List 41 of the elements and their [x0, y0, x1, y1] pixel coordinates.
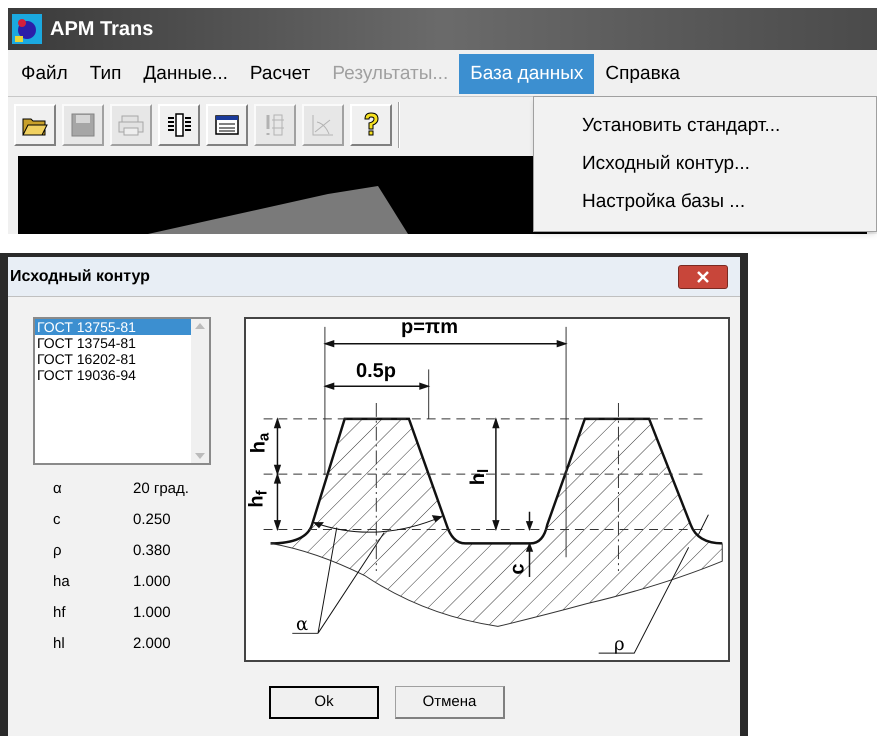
menu-item[interactable]: Тип — [78, 54, 132, 94]
dropdown-item[interactable]: Настройка базы ... — [534, 183, 876, 221]
toolbar-button[interactable] — [14, 104, 56, 146]
dialog-title: Исходный контур — [10, 266, 150, 286]
parameter-value: 20 град. — [133, 479, 190, 499]
dropdown-item[interactable]: Установить стандарт... — [534, 107, 876, 145]
standards-list[interactable]: ГОСТ 13755-81 ГОСТ 13754-81 ГОСТ 16202-81 ГОСТ 19036-94 — [33, 317, 211, 465]
clearance-label: c — [508, 563, 528, 575]
menu-item[interactable]: Данные... — [132, 54, 239, 94]
clearance-dimension-arrow — [526, 512, 534, 577]
parameter-symbol: α — [53, 479, 63, 499]
parameter-value: 1.000 — [133, 572, 172, 592]
menu-item[interactable]: Справка — [594, 54, 691, 94]
toolbar-button[interactable] — [206, 104, 248, 146]
parameter-value: 1.000 — [133, 603, 172, 623]
half-pitch-label: 0.5p — [356, 361, 396, 381]
radius-label: ρ — [614, 635, 625, 655]
parameter-symbol: ha — [53, 572, 71, 592]
menu-item[interactable]: Расчет — [238, 54, 322, 94]
list-item[interactable]: ГОСТ 16202-81 — [35, 351, 191, 367]
list-item[interactable]: ГОСТ 13754-81 — [35, 335, 191, 351]
cancel-button[interactable]: Отмена — [395, 686, 505, 719]
angle-label: α — [296, 615, 308, 635]
list-item[interactable]: ГОСТ 19036-94 — [35, 367, 191, 383]
parameter-value: 2.000 — [133, 634, 172, 654]
toolbar-button[interactable] — [158, 104, 200, 146]
ok-button[interactable]: Ok — [269, 686, 379, 719]
parameter-symbol: ρ — [53, 541, 63, 561]
parameter-symbol: hf — [53, 603, 67, 623]
app-icon — [12, 14, 42, 44]
pitch-label: p=πm — [401, 317, 458, 337]
dropdown-item[interactable]: Исходный контур... — [534, 145, 876, 183]
close-button[interactable] — [678, 264, 728, 288]
parameter-value: 0.250 — [133, 510, 172, 530]
close-icon — [697, 270, 709, 282]
parameter-symbol: c — [53, 510, 62, 530]
toolbar-button[interactable] — [350, 104, 392, 146]
menu-item[interactable]: Файл — [10, 54, 79, 94]
window-title: APM Trans — [50, 17, 154, 42]
parameter-value: 0.380 — [133, 541, 172, 561]
parameter-symbol: hl — [53, 634, 66, 654]
